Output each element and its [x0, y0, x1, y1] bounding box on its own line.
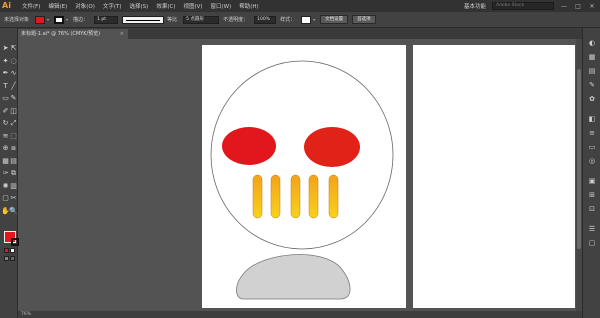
tooth[interactable] [270, 174, 281, 219]
tooth[interactable] [308, 174, 319, 219]
vertical-scrollbar[interactable] [576, 39, 582, 311]
document-setup-button[interactable]: 文档设置 [320, 15, 349, 24]
preferences-button[interactable]: 首选项 [352, 15, 376, 24]
screen-mode-icon[interactable] [10, 256, 15, 261]
chevron-down-icon[interactable]: ▾ [66, 17, 68, 22]
tooth[interactable] [328, 174, 339, 219]
slice-icon[interactable]: ✂ [9, 194, 18, 203]
free-transform-icon[interactable]: ⬚ [9, 132, 18, 141]
eraser-icon[interactable]: ◫ [9, 107, 18, 116]
align-icon[interactable]: ⊞ [587, 190, 597, 200]
graphic-style-swatch[interactable] [301, 15, 312, 24]
zoom-level[interactable]: 76% [21, 312, 31, 317]
app-logo: Ai [2, 1, 11, 10]
graphic-styles-icon[interactable]: ◧ [587, 114, 597, 124]
gradient-icon[interactable]: ▤ [9, 157, 18, 166]
stroke-label: 描边： [73, 17, 89, 23]
artboard-2[interactable] [413, 45, 575, 308]
document-tab-title: 未标题-1.ai* @ 76% (CMYK/预览) [21, 31, 101, 37]
document-tab[interactable]: 未标题-1.ai* @ 76% (CMYK/预览) × [18, 29, 128, 39]
swatches-icon[interactable]: ▤ [587, 66, 597, 76]
left-eye[interactable] [222, 127, 276, 165]
transparency-icon[interactable]: ◎ [587, 156, 597, 166]
menu-edit[interactable]: 编辑(E) [48, 2, 67, 10]
close-icon[interactable]: × [120, 29, 124, 39]
opacity-label: 不透明度： [223, 17, 249, 23]
selection-status: 未选择对象 [4, 17, 30, 23]
artboard-1[interactable] [202, 45, 406, 308]
brushes-icon[interactable]: ✎ [587, 80, 597, 90]
menu-file[interactable]: 文件(F) [22, 2, 40, 10]
menu-object[interactable]: 对象(O) [75, 2, 95, 10]
menu-effect[interactable]: 效果(C) [156, 2, 175, 10]
artwork [210, 60, 394, 300]
chevron-down-icon[interactable]: ▾ [47, 17, 49, 22]
status-bar: 76% [18, 311, 582, 318]
stroke-color-swatch[interactable] [54, 15, 65, 24]
opacity-input[interactable]: 100% [254, 15, 277, 24]
lasso-icon[interactable]: ◌ [9, 57, 18, 66]
line-icon[interactable]: ╱ [9, 82, 18, 91]
stroke-icon[interactable]: ≡ [587, 128, 597, 138]
chin-shape[interactable] [236, 254, 351, 300]
panel-dock: ◐ ▦ ▤ ✎ ✿ ◧ ≡ ▭ ◎ ▣ ⊞ ⊡ ☰ ▢ [582, 28, 600, 318]
tooth[interactable] [290, 174, 301, 219]
layers-icon[interactable]: ☰ [587, 224, 597, 234]
stock-search-input[interactable]: Adobe Stock [492, 2, 554, 10]
zoom-icon[interactable]: 🔍 [9, 207, 18, 216]
workspace-switcher[interactable]: 基本功能 [464, 2, 486, 10]
menu-help[interactable]: 帮助(H) [239, 2, 258, 10]
minimize-button[interactable]: — [560, 3, 568, 10]
stroke-profile-preview[interactable] [122, 15, 165, 24]
menu-window[interactable]: 窗口(W) [211, 2, 232, 10]
brush-definition[interactable]: 5 点圆形 [183, 15, 220, 24]
scrollbar-thumb[interactable] [577, 69, 581, 249]
menu-view[interactable]: 视图(V) [183, 2, 202, 10]
close-window-button[interactable]: ✕ [588, 3, 596, 10]
stroke-weight-input[interactable]: 1 pt [94, 15, 119, 24]
menu-select[interactable]: 选择(S) [130, 2, 149, 10]
gradient-icon[interactable]: ▭ [587, 142, 597, 152]
blend-icon[interactable]: ⧉ [9, 169, 18, 178]
paintbrush-icon[interactable]: ✎ [9, 94, 18, 103]
stroke-profile-label[interactable]: 等比 [167, 16, 177, 23]
none-color-icon[interactable] [4, 256, 9, 261]
scale-icon[interactable]: ⤢ [9, 119, 18, 128]
artboards-icon[interactable]: ▢ [587, 238, 597, 248]
right-eye[interactable] [304, 127, 360, 167]
column-graph-icon[interactable]: ▥ [9, 182, 18, 191]
color-guide-icon[interactable]: ▦ [587, 52, 597, 62]
maximize-button[interactable]: □ [574, 3, 582, 10]
symbols-icon[interactable]: ✿ [587, 94, 597, 104]
curvature-icon[interactable]: ∿ [9, 69, 18, 78]
fill-color-swatch[interactable] [35, 15, 46, 24]
tools-panel: ➤ ⇱ ✦ ◌ ✒ ∿ T ╱ ▭ ✎ ✐ ◫ ↻ ⤢ ≋ ⬚ ⊕ ⧈ ▦ ▤ ✑ ⧉ ✺ ▥ ▢ ✂ ✋ 🔍 [0, 28, 19, 318]
menu-bar: Ai 文件(F) 编辑(E) 对象(O) 文字(T) 选择(S) 效果(C) 视… [0, 0, 600, 12]
document-tab-bar: 未标题-1.ai* @ 76% (CMYK/预览) × [18, 28, 582, 39]
tooth[interactable] [252, 174, 263, 219]
swap-colors-icon[interactable] [10, 248, 15, 253]
transform-icon[interactable]: ⊡ [587, 204, 597, 214]
default-colors-icon[interactable] [4, 248, 9, 253]
direct-selection-icon[interactable]: ⇱ [9, 44, 18, 53]
menu-type[interactable]: 文字(T) [103, 2, 122, 10]
chevron-down-icon[interactable]: ▾ [313, 17, 315, 22]
appearance-icon[interactable]: ▣ [587, 176, 597, 186]
control-bar: 未选择对象 ▾ ▾ 描边： 1 pt 等比 5 点圆形 不透明度： 100% 样… [0, 12, 600, 28]
style-label: 样式： [280, 17, 296, 23]
color-panel-icon[interactable]: ◐ [587, 38, 597, 48]
perspective-icon[interactable]: ⧈ [9, 144, 18, 153]
stroke-swatch[interactable] [11, 238, 19, 246]
